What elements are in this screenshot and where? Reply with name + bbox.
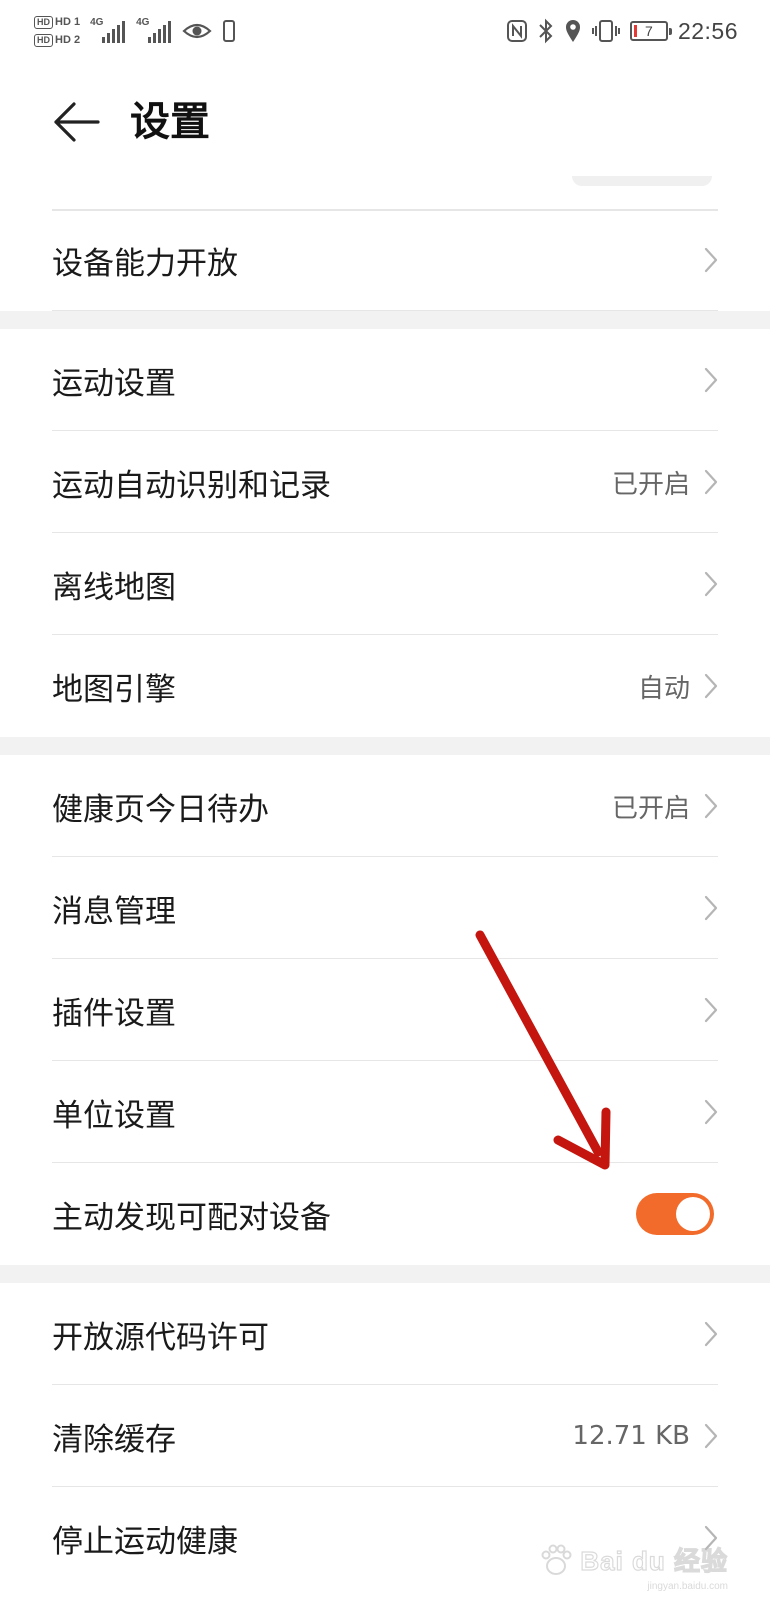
chevron-right-icon bbox=[704, 793, 718, 819]
scroll-edge bbox=[572, 176, 712, 186]
chevron-right-icon bbox=[704, 571, 718, 597]
page-title: 设置 bbox=[130, 99, 210, 145]
settings-row[interactable]: 清除缓存 12.71 KB bbox=[0, 1385, 770, 1487]
watermark: Bai du 经验 jingyan.baidu.com bbox=[538, 1541, 728, 1592]
settings-row-controls bbox=[704, 857, 718, 959]
chevron-right-icon bbox=[704, 247, 718, 273]
status-bar: HD HD 1 HD HD 2 4G 4G 7 22:56 bbox=[0, 0, 770, 62]
settings-row-label: 消息管理 bbox=[52, 893, 176, 930]
group-gap bbox=[0, 311, 770, 329]
settings-row-value: 已开启 bbox=[611, 793, 690, 824]
sim1-indicator: HD HD 1 bbox=[34, 15, 80, 29]
settings-row-label: 插件设置 bbox=[52, 995, 176, 1032]
battery-level: 7 bbox=[645, 23, 653, 39]
settings-row-controls: 已开启 bbox=[612, 431, 718, 533]
watermark-url: jingyan.baidu.com bbox=[647, 1581, 728, 1592]
chevron-right-icon bbox=[704, 1099, 718, 1125]
arrow-left-icon[interactable] bbox=[50, 100, 102, 144]
group-gap bbox=[0, 737, 770, 755]
settings-row-label: 运动设置 bbox=[52, 365, 176, 402]
settings-row[interactable]: 运动设置 bbox=[0, 329, 770, 431]
chevron-right-icon bbox=[704, 1321, 718, 1347]
signal-1-icon: 4G bbox=[90, 17, 126, 45]
settings-row-label: 地图引擎 bbox=[52, 671, 176, 708]
discover-devices-toggle[interactable] bbox=[636, 1193, 714, 1235]
vibrate-icon bbox=[591, 20, 620, 42]
settings-row-controls bbox=[704, 959, 718, 1061]
settings-row-label: 离线地图 bbox=[52, 569, 176, 606]
settings-row-controls bbox=[704, 533, 718, 635]
settings-row[interactable]: 运动自动识别和记录 已开启 bbox=[0, 431, 770, 533]
eye-icon bbox=[182, 23, 212, 39]
clock: 22:56 bbox=[677, 17, 738, 44]
settings-row-label: 运动自动识别和记录 bbox=[52, 467, 331, 504]
settings-row-label: 单位设置 bbox=[52, 1097, 176, 1134]
group-gap bbox=[0, 1265, 770, 1283]
settings-list: 设备能力开放 运动设置 运动自动识别和记录 已开启 离线地图 地图引擎 自动 健康页今日待办已… bbox=[0, 209, 770, 1589]
settings-row[interactable]: 单位设置 bbox=[0, 1061, 770, 1163]
settings-row-label: 设备能力开放 bbox=[52, 245, 238, 282]
settings-row[interactable]: 地图引擎 自动 bbox=[0, 635, 770, 737]
settings-row-label: 清除缓存 bbox=[52, 1421, 176, 1458]
settings-row[interactable]: 健康页今日待办 已开启 bbox=[0, 755, 770, 857]
settings-row-controls bbox=[704, 209, 718, 311]
battery-icon: 7 bbox=[629, 21, 672, 41]
phone-icon bbox=[223, 20, 236, 42]
settings-row-controls bbox=[636, 1163, 718, 1265]
bluetooth-icon bbox=[539, 18, 553, 44]
nfc-icon bbox=[506, 20, 527, 42]
chevron-right-icon bbox=[704, 673, 718, 699]
settings-row-controls: 已开启 bbox=[612, 755, 718, 857]
settings-row[interactable]: 离线地图 bbox=[0, 533, 770, 635]
title-bar: 设置 bbox=[0, 62, 770, 182]
location-icon bbox=[565, 20, 580, 42]
settings-row-controls bbox=[704, 1061, 718, 1163]
settings-row-controls bbox=[704, 1283, 718, 1385]
settings-row-controls: 12.71 KB bbox=[572, 1385, 718, 1487]
chevron-right-icon bbox=[704, 469, 718, 495]
watermark-text: Bai du 经验 bbox=[580, 1545, 728, 1576]
top-divider bbox=[52, 209, 718, 211]
signal-2-icon: 4G bbox=[136, 17, 172, 45]
settings-row-label: 停止运动健康 bbox=[52, 1523, 238, 1560]
settings-row[interactable]: 主动发现可配对设备 bbox=[0, 1163, 770, 1265]
annotation-arrow-icon bbox=[475, 930, 611, 1170]
sim2-indicator: HD HD 2 bbox=[34, 33, 80, 47]
chevron-right-icon bbox=[704, 1423, 718, 1449]
settings-row-label: 主动发现可配对设备 bbox=[52, 1199, 331, 1236]
toggle-knob bbox=[676, 1197, 710, 1231]
chevron-right-icon bbox=[704, 367, 718, 393]
paw-logo-icon bbox=[541, 1544, 572, 1575]
settings-row[interactable]: 消息管理 bbox=[0, 857, 770, 959]
chevron-right-icon bbox=[704, 895, 718, 921]
settings-row-value: 12.71 KB bbox=[572, 1421, 690, 1451]
settings-row-controls bbox=[704, 329, 718, 431]
settings-row[interactable]: 插件设置 bbox=[0, 959, 770, 1061]
settings-row-value: 已开启 bbox=[611, 469, 690, 500]
settings-row[interactable]: 开放源代码许可 bbox=[0, 1283, 770, 1385]
settings-row-label: 开放源代码许可 bbox=[52, 1319, 269, 1356]
settings-row-value: 自动 bbox=[637, 673, 690, 704]
chevron-right-icon bbox=[704, 997, 718, 1023]
settings-row[interactable]: 设备能力开放 bbox=[0, 209, 770, 311]
settings-row-controls: 自动 bbox=[638, 635, 718, 737]
settings-row-label: 健康页今日待办 bbox=[52, 791, 269, 828]
